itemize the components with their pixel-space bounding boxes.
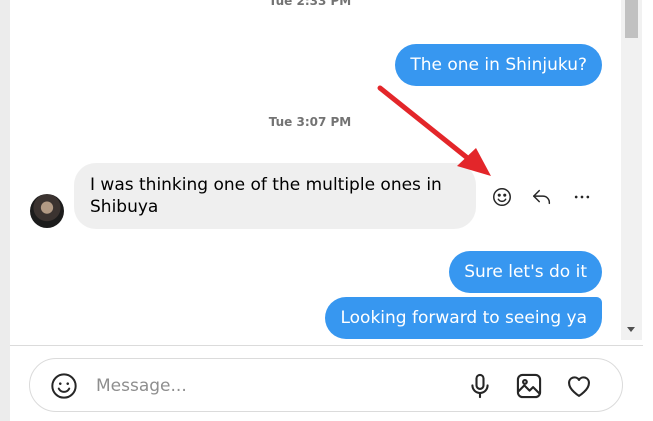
heart-icon bbox=[568, 376, 590, 397]
react-button[interactable] bbox=[490, 185, 514, 209]
message-input[interactable] bbox=[94, 373, 428, 399]
smiley-icon bbox=[493, 188, 511, 206]
microphone-icon bbox=[471, 373, 489, 399]
timestamp: Tue 3:07 PM bbox=[268, 115, 352, 129]
scrollbar[interactable] bbox=[621, 0, 642, 340]
reply-button[interactable] bbox=[530, 185, 554, 209]
outgoing-message[interactable]: Sure let's do it bbox=[449, 251, 602, 293]
more-options-button[interactable] bbox=[570, 185, 594, 209]
message-composer bbox=[29, 358, 623, 412]
message-thread[interactable]: Tue 2:33 PM The one in Shinjuku? Tue 3:0… bbox=[10, 0, 620, 345]
attach-image-button[interactable] bbox=[515, 372, 543, 400]
scroll-down-arrow-icon[interactable] bbox=[627, 327, 635, 332]
like-button[interactable] bbox=[565, 372, 593, 400]
image-icon bbox=[516, 373, 542, 399]
outgoing-message[interactable]: The one in Shinjuku? bbox=[395, 44, 602, 86]
incoming-message[interactable]: I was thinking one of the multiple ones … bbox=[74, 163, 476, 229]
left-panel-edge bbox=[0, 0, 10, 421]
scrollbar-thumb[interactable] bbox=[625, 0, 638, 38]
voice-message-button[interactable] bbox=[466, 372, 494, 400]
reply-icon bbox=[533, 189, 551, 205]
divider bbox=[10, 345, 643, 346]
avatar[interactable] bbox=[30, 194, 64, 228]
more-icon bbox=[574, 195, 590, 199]
emoji-button[interactable] bbox=[50, 372, 78, 400]
smiley-icon bbox=[51, 373, 77, 399]
timestamp: Tue 2:33 PM bbox=[268, 0, 352, 8]
outgoing-message[interactable]: Looking forward to seeing ya bbox=[325, 297, 602, 339]
